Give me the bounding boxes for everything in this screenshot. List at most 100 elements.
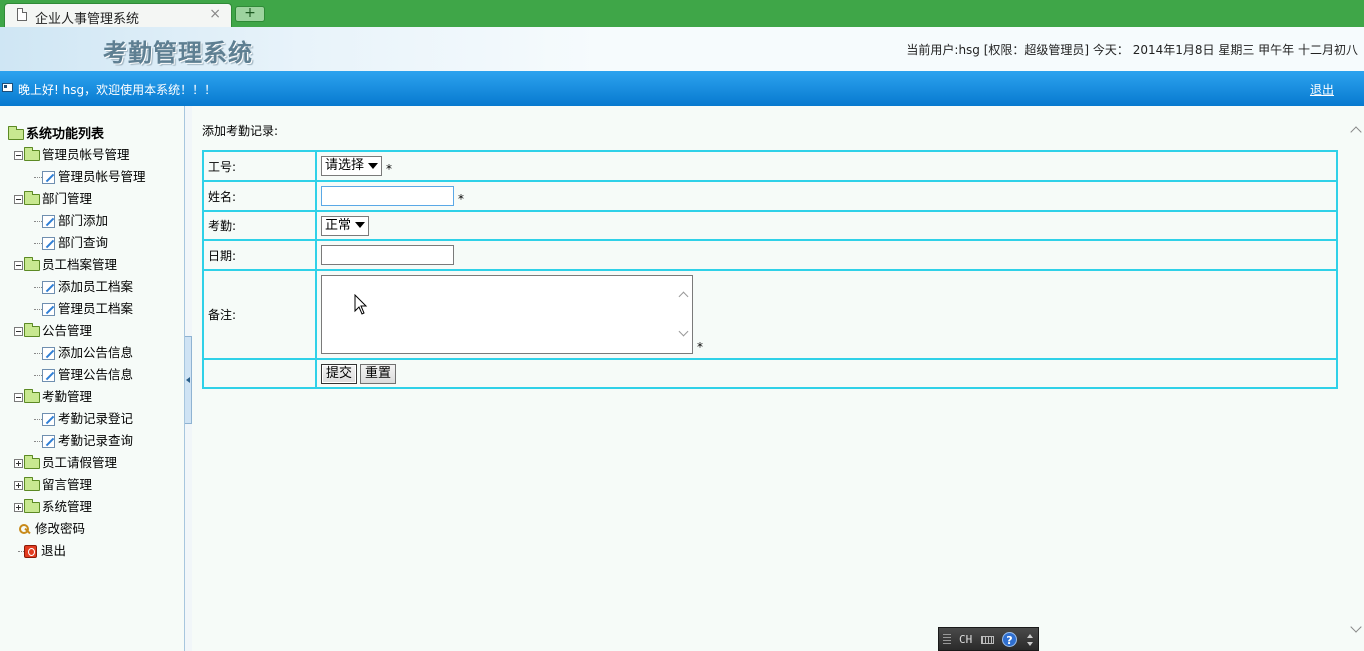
sidebar-group-leave[interactable]: 员工请假管理 — [14, 452, 117, 470]
collapse-icon[interactable] — [14, 393, 23, 402]
sidebar-item-attendance-query[interactable]: 考勤记录查询 — [34, 430, 133, 448]
remark-label: 备注: — [203, 270, 316, 359]
sidebar-group-message[interactable]: 留言管理 — [14, 474, 92, 492]
edit-page-icon — [42, 369, 55, 382]
sidebar-group-employee-archive[interactable]: 员工档案管理 — [14, 254, 117, 272]
expand-icon[interactable] — [14, 481, 23, 490]
sidebar-item-notice-add[interactable]: 添加公告信息 — [34, 342, 133, 360]
name-input[interactable] — [321, 186, 454, 206]
folder-open-icon — [24, 257, 40, 271]
sidebar-item-label: 管理公告信息 — [58, 367, 134, 382]
required-mark: * — [458, 192, 464, 206]
sidebar-item-employee-archive-manage[interactable]: 管理员工档案 — [34, 298, 133, 316]
folder-icon — [24, 477, 40, 491]
sidebar-item-label: 考勤记录查询 — [58, 433, 134, 448]
form-row-employee-id: 工号: 请选择 * — [203, 151, 1337, 181]
expand-icon[interactable] — [14, 459, 23, 468]
ime-toolbar[interactable]: CH ? — [938, 627, 1039, 651]
ime-language[interactable]: CH — [959, 633, 972, 646]
page-scrollbar[interactable] — [1347, 106, 1364, 651]
power-icon — [24, 545, 37, 558]
mouse-cursor-icon — [354, 294, 368, 315]
sidebar-item-notice-manage[interactable]: 管理公告信息 — [34, 364, 133, 382]
welcome-banner: 晚上好! hsg，欢迎使用本系统！！！ 退出 — [0, 71, 1364, 106]
sidebar-item-label: 添加公告信息 — [58, 345, 134, 360]
attendance-form: 工号: 请选择 * 姓名: * 考勤: 正常 日期: 备注: * 提交 重置 — [202, 150, 1338, 389]
edit-page-icon — [42, 303, 55, 316]
attendance-label: 考勤: — [203, 211, 316, 240]
date-input[interactable] — [321, 245, 454, 265]
collapse-icon[interactable] — [14, 195, 23, 204]
select-value: 正常 — [325, 217, 352, 233]
new-tab-button[interactable]: + — [235, 6, 265, 22]
sidebar-group-label: 系统管理 — [42, 499, 93, 514]
folder-icon — [24, 499, 40, 513]
sidebar-splitter[interactable] — [184, 106, 192, 651]
sidebar-item-label: 管理员工档案 — [58, 301, 134, 316]
folder-open-icon — [24, 389, 40, 403]
sidebar-item-label: 退出 — [41, 543, 67, 558]
welcome-text: 晚上好! hsg，欢迎使用本系统！！！ — [18, 83, 217, 97]
sidebar-item-department-query[interactable]: 部门查询 — [34, 232, 108, 250]
sidebar-group-department[interactable]: 部门管理 — [14, 188, 92, 206]
logout-link[interactable]: 退出 — [1310, 81, 1334, 98]
folder-open-icon — [8, 126, 24, 140]
sidebar-item-admin-account-manage[interactable]: 管理员帐号管理 — [34, 166, 146, 184]
edit-page-icon — [42, 347, 55, 360]
edit-page-icon — [42, 237, 55, 250]
required-mark: * — [386, 162, 393, 176]
form-row-date: 日期: — [203, 240, 1337, 270]
collapse-icon[interactable] — [14, 327, 23, 336]
system-title: 考勤管理系统 — [103, 38, 253, 67]
tab-title: 企业人事管理系统 — [35, 12, 140, 27]
sidebar-item-department-add[interactable]: 部门添加 — [34, 210, 108, 228]
remark-textarea[interactable] — [321, 275, 693, 354]
edit-page-icon — [42, 413, 55, 426]
id-card-icon — [2, 83, 13, 92]
form-row-remark: 备注: * — [203, 270, 1337, 359]
employee-id-select[interactable]: 请选择 — [321, 156, 383, 176]
sidebar-item-employee-archive-add[interactable]: 添加员工档案 — [34, 276, 133, 294]
tab-close-icon[interactable]: × — [209, 6, 221, 22]
reset-button[interactable]: 重置 — [360, 363, 397, 384]
edit-page-icon — [42, 435, 55, 448]
sidebar-group-system[interactable]: 系统管理 — [14, 496, 92, 514]
sidebar-group-attendance[interactable]: 考勤管理 — [14, 386, 92, 404]
sidebar-item-label: 添加员工档案 — [58, 279, 134, 294]
expand-icon[interactable] — [14, 503, 23, 512]
sidebar-group-label: 部门管理 — [42, 191, 93, 206]
keyboard-icon[interactable] — [981, 636, 994, 644]
select-value: 请选择 — [325, 158, 365, 173]
sidebar-item-label: 管理员帐号管理 — [58, 169, 146, 184]
scroll-up-icon[interactable] — [679, 290, 689, 300]
key-icon — [18, 523, 32, 537]
sidebar-group-label: 员工请假管理 — [42, 455, 118, 470]
browser-tab-bar: 企业人事管理系统 × + — [0, 0, 1364, 27]
attendance-select[interactable]: 正常 — [321, 215, 370, 236]
scroll-down-icon[interactable] — [679, 329, 689, 339]
collapse-icon[interactable] — [14, 151, 23, 160]
name-label: 姓名: — [203, 181, 316, 211]
browser-tab[interactable]: 企业人事管理系统 × — [4, 3, 232, 27]
required-mark: * — [697, 340, 703, 354]
help-icon[interactable]: ? — [1002, 632, 1017, 647]
edit-page-icon — [42, 215, 55, 228]
drag-grip-icon[interactable] — [943, 634, 951, 646]
sidebar-item-attendance-register[interactable]: 考勤记录登记 — [34, 408, 133, 426]
collapse-icon[interactable] — [14, 261, 23, 270]
folder-open-icon — [24, 323, 40, 337]
sidebar-item-change-password[interactable]: 修改密码 — [18, 518, 85, 536]
scroll-up-icon[interactable] — [1350, 124, 1360, 134]
sidebar-item-exit[interactable]: 退出 — [18, 540, 66, 558]
edit-page-icon — [42, 171, 55, 184]
submit-button[interactable]: 提交 — [321, 363, 358, 384]
sidebar-item-label: 部门添加 — [58, 213, 109, 228]
tree-root[interactable]: 系统功能列表 — [8, 123, 104, 142]
sidebar-item-label: 考勤记录登记 — [58, 411, 134, 426]
scroll-down-icon[interactable] — [1350, 624, 1360, 634]
sidebar-group-label: 公告管理 — [42, 323, 93, 338]
sidebar-group-admin-account[interactable]: 管理员帐号管理 — [14, 144, 130, 162]
sidebar-group-notice[interactable]: 公告管理 — [14, 320, 92, 338]
collapse-sidebar-handle[interactable] — [185, 336, 192, 424]
options-arrows-icon[interactable] — [1026, 632, 1034, 648]
